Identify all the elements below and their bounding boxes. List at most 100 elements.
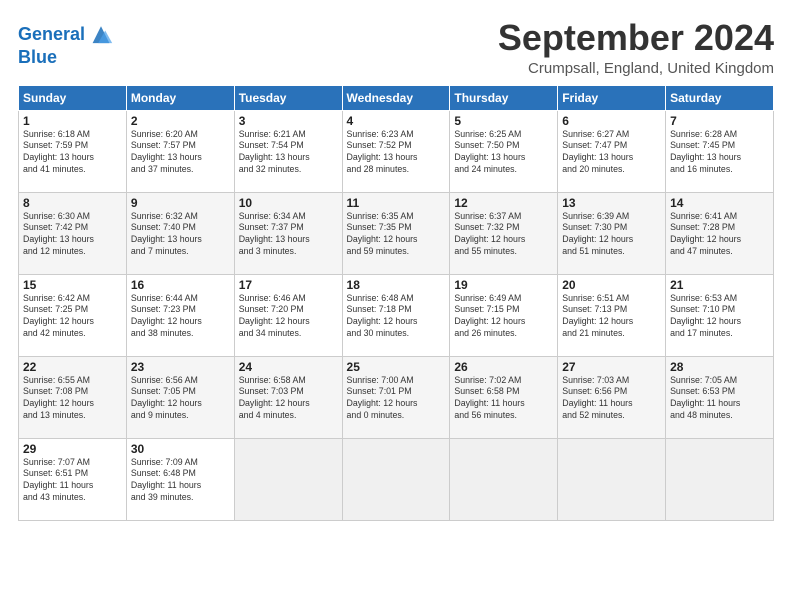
col-saturday: Saturday bbox=[666, 85, 774, 110]
day-number: 19 bbox=[454, 278, 553, 292]
table-row: 26Sunrise: 7:02 AM Sunset: 6:58 PM Dayli… bbox=[450, 356, 558, 438]
table-row: 17Sunrise: 6:46 AM Sunset: 7:20 PM Dayli… bbox=[234, 274, 342, 356]
day-info: Sunrise: 6:39 AM Sunset: 7:30 PM Dayligh… bbox=[562, 211, 661, 259]
day-number: 11 bbox=[347, 196, 446, 210]
day-number: 5 bbox=[454, 114, 553, 128]
day-info: Sunrise: 6:51 AM Sunset: 7:13 PM Dayligh… bbox=[562, 293, 661, 341]
table-row: 8Sunrise: 6:30 AM Sunset: 7:42 PM Daylig… bbox=[19, 192, 127, 274]
table-row: 13Sunrise: 6:39 AM Sunset: 7:30 PM Dayli… bbox=[558, 192, 666, 274]
table-row: 11Sunrise: 6:35 AM Sunset: 7:35 PM Dayli… bbox=[342, 192, 450, 274]
day-info: Sunrise: 6:30 AM Sunset: 7:42 PM Dayligh… bbox=[23, 211, 122, 259]
table-row: 4Sunrise: 6:23 AM Sunset: 7:52 PM Daylig… bbox=[342, 110, 450, 192]
logo: General Blue bbox=[18, 22, 115, 68]
day-info: Sunrise: 6:48 AM Sunset: 7:18 PM Dayligh… bbox=[347, 293, 446, 341]
calendar-week-5: 29Sunrise: 7:07 AM Sunset: 6:51 PM Dayli… bbox=[19, 438, 774, 520]
table-row: 3Sunrise: 6:21 AM Sunset: 7:54 PM Daylig… bbox=[234, 110, 342, 192]
table-row: 19Sunrise: 6:49 AM Sunset: 7:15 PM Dayli… bbox=[450, 274, 558, 356]
table-row: 1Sunrise: 6:18 AM Sunset: 7:59 PM Daylig… bbox=[19, 110, 127, 192]
day-number: 2 bbox=[131, 114, 230, 128]
table-row bbox=[342, 438, 450, 520]
day-info: Sunrise: 6:35 AM Sunset: 7:35 PM Dayligh… bbox=[347, 211, 446, 259]
table-row: 2Sunrise: 6:20 AM Sunset: 7:57 PM Daylig… bbox=[126, 110, 234, 192]
day-info: Sunrise: 6:27 AM Sunset: 7:47 PM Dayligh… bbox=[562, 129, 661, 177]
day-number: 1 bbox=[23, 114, 122, 128]
day-number: 15 bbox=[23, 278, 122, 292]
calendar-table: Sunday Monday Tuesday Wednesday Thursday… bbox=[18, 85, 774, 521]
day-info: Sunrise: 6:37 AM Sunset: 7:32 PM Dayligh… bbox=[454, 211, 553, 259]
day-info: Sunrise: 7:05 AM Sunset: 6:53 PM Dayligh… bbox=[670, 375, 769, 423]
table-row: 23Sunrise: 6:56 AM Sunset: 7:05 PM Dayli… bbox=[126, 356, 234, 438]
day-number: 27 bbox=[562, 360, 661, 374]
day-info: Sunrise: 7:03 AM Sunset: 6:56 PM Dayligh… bbox=[562, 375, 661, 423]
day-info: Sunrise: 6:21 AM Sunset: 7:54 PM Dayligh… bbox=[239, 129, 338, 177]
title-block: September 2024 Crumpsall, England, Unite… bbox=[498, 18, 774, 77]
day-info: Sunrise: 7:09 AM Sunset: 6:48 PM Dayligh… bbox=[131, 457, 230, 505]
table-row: 22Sunrise: 6:55 AM Sunset: 7:08 PM Dayli… bbox=[19, 356, 127, 438]
logo-text: General bbox=[18, 25, 85, 45]
table-row: 12Sunrise: 6:37 AM Sunset: 7:32 PM Dayli… bbox=[450, 192, 558, 274]
table-row bbox=[558, 438, 666, 520]
col-friday: Friday bbox=[558, 85, 666, 110]
day-number: 8 bbox=[23, 196, 122, 210]
day-number: 6 bbox=[562, 114, 661, 128]
table-row: 30Sunrise: 7:09 AM Sunset: 6:48 PM Dayli… bbox=[126, 438, 234, 520]
table-row: 27Sunrise: 7:03 AM Sunset: 6:56 PM Dayli… bbox=[558, 356, 666, 438]
header-row: Sunday Monday Tuesday Wednesday Thursday… bbox=[19, 85, 774, 110]
day-number: 13 bbox=[562, 196, 661, 210]
table-row bbox=[450, 438, 558, 520]
col-thursday: Thursday bbox=[450, 85, 558, 110]
day-number: 17 bbox=[239, 278, 338, 292]
table-row: 29Sunrise: 7:07 AM Sunset: 6:51 PM Dayli… bbox=[19, 438, 127, 520]
table-row: 20Sunrise: 6:51 AM Sunset: 7:13 PM Dayli… bbox=[558, 274, 666, 356]
day-number: 25 bbox=[347, 360, 446, 374]
table-row bbox=[666, 438, 774, 520]
table-row: 10Sunrise: 6:34 AM Sunset: 7:37 PM Dayli… bbox=[234, 192, 342, 274]
day-info: Sunrise: 6:23 AM Sunset: 7:52 PM Dayligh… bbox=[347, 129, 446, 177]
day-number: 30 bbox=[131, 442, 230, 456]
col-monday: Monday bbox=[126, 85, 234, 110]
day-info: Sunrise: 6:53 AM Sunset: 7:10 PM Dayligh… bbox=[670, 293, 769, 341]
day-number: 29 bbox=[23, 442, 122, 456]
day-number: 24 bbox=[239, 360, 338, 374]
col-tuesday: Tuesday bbox=[234, 85, 342, 110]
day-number: 20 bbox=[562, 278, 661, 292]
day-info: Sunrise: 7:07 AM Sunset: 6:51 PM Dayligh… bbox=[23, 457, 122, 505]
table-row bbox=[234, 438, 342, 520]
header: General Blue September 2024 Crumpsall, E… bbox=[18, 18, 774, 77]
day-info: Sunrise: 6:41 AM Sunset: 7:28 PM Dayligh… bbox=[670, 211, 769, 259]
table-row: 28Sunrise: 7:05 AM Sunset: 6:53 PM Dayli… bbox=[666, 356, 774, 438]
day-info: Sunrise: 6:34 AM Sunset: 7:37 PM Dayligh… bbox=[239, 211, 338, 259]
day-number: 22 bbox=[23, 360, 122, 374]
logo-icon bbox=[87, 20, 115, 48]
day-number: 3 bbox=[239, 114, 338, 128]
calendar-week-2: 8Sunrise: 6:30 AM Sunset: 7:42 PM Daylig… bbox=[19, 192, 774, 274]
calendar-week-1: 1Sunrise: 6:18 AM Sunset: 7:59 PM Daylig… bbox=[19, 110, 774, 192]
day-info: Sunrise: 6:46 AM Sunset: 7:20 PM Dayligh… bbox=[239, 293, 338, 341]
table-row: 21Sunrise: 6:53 AM Sunset: 7:10 PM Dayli… bbox=[666, 274, 774, 356]
day-number: 7 bbox=[670, 114, 769, 128]
table-row: 9Sunrise: 6:32 AM Sunset: 7:40 PM Daylig… bbox=[126, 192, 234, 274]
calendar-week-3: 15Sunrise: 6:42 AM Sunset: 7:25 PM Dayli… bbox=[19, 274, 774, 356]
day-info: Sunrise: 7:02 AM Sunset: 6:58 PM Dayligh… bbox=[454, 375, 553, 423]
table-row: 6Sunrise: 6:27 AM Sunset: 7:47 PM Daylig… bbox=[558, 110, 666, 192]
table-row: 25Sunrise: 7:00 AM Sunset: 7:01 PM Dayli… bbox=[342, 356, 450, 438]
day-info: Sunrise: 6:18 AM Sunset: 7:59 PM Dayligh… bbox=[23, 129, 122, 177]
day-number: 18 bbox=[347, 278, 446, 292]
table-row: 15Sunrise: 6:42 AM Sunset: 7:25 PM Dayli… bbox=[19, 274, 127, 356]
table-row: 16Sunrise: 6:44 AM Sunset: 7:23 PM Dayli… bbox=[126, 274, 234, 356]
day-info: Sunrise: 6:55 AM Sunset: 7:08 PM Dayligh… bbox=[23, 375, 122, 423]
day-info: Sunrise: 7:00 AM Sunset: 7:01 PM Dayligh… bbox=[347, 375, 446, 423]
day-info: Sunrise: 6:49 AM Sunset: 7:15 PM Dayligh… bbox=[454, 293, 553, 341]
day-number: 4 bbox=[347, 114, 446, 128]
day-info: Sunrise: 6:42 AM Sunset: 7:25 PM Dayligh… bbox=[23, 293, 122, 341]
day-info: Sunrise: 6:28 AM Sunset: 7:45 PM Dayligh… bbox=[670, 129, 769, 177]
day-number: 12 bbox=[454, 196, 553, 210]
col-sunday: Sunday bbox=[19, 85, 127, 110]
col-wednesday: Wednesday bbox=[342, 85, 450, 110]
logo-text2: Blue bbox=[18, 47, 57, 67]
day-number: 10 bbox=[239, 196, 338, 210]
day-info: Sunrise: 6:20 AM Sunset: 7:57 PM Dayligh… bbox=[131, 129, 230, 177]
day-number: 26 bbox=[454, 360, 553, 374]
day-number: 23 bbox=[131, 360, 230, 374]
page: General Blue September 2024 Crumpsall, E… bbox=[0, 0, 792, 612]
